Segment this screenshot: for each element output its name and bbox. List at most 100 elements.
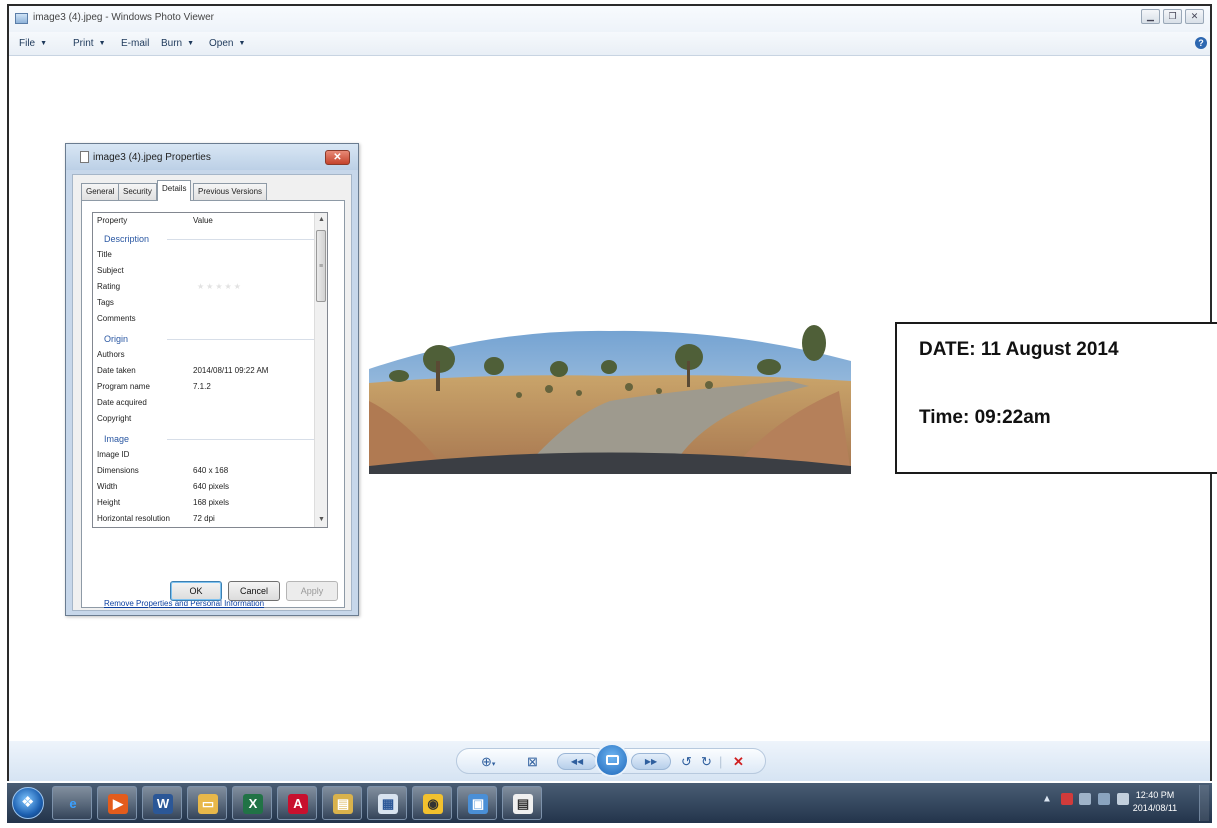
tab-security[interactable]: Security (118, 183, 157, 200)
internet-explorer-icon: e (69, 796, 77, 811)
taskbar-acrobat[interactable]: A (277, 786, 317, 820)
group-image: Image (97, 431, 315, 447)
details-scrollbar[interactable]: ▲ ≡ ▼ (314, 213, 327, 527)
tab-details[interactable]: Details (157, 180, 192, 201)
photo-viewer-icon: ▣ (468, 794, 488, 814)
list-item[interactable]: Program name 7.1.2 (97, 379, 315, 395)
close-icon: ✕ (1190, 11, 1199, 21)
help-icon[interactable]: ? (1195, 37, 1207, 49)
list-item[interactable]: Width 640 pixels (97, 479, 315, 495)
group-origin: Origin (97, 331, 315, 347)
clock-date: 2014/08/11 (1132, 803, 1178, 813)
action-center-icon[interactable] (1079, 793, 1092, 805)
group-image-label: Image (104, 434, 130, 444)
taskbar-word[interactable]: W (142, 786, 182, 820)
rotate-counterclockwise-icon[interactable]: ↺ (681, 754, 692, 770)
list-item[interactable]: Height 168 pixels (97, 495, 315, 511)
column-header-property[interactable]: Property (97, 213, 127, 229)
dialog-body: General Security Details Previous Versio… (72, 174, 352, 611)
tray-app-icon[interactable] (1060, 793, 1073, 805)
photo-viewer-app-icon (15, 13, 28, 24)
tab-previous-versions[interactable]: Previous Versions (193, 183, 268, 200)
taskbar-document[interactable]: ▦ (367, 786, 407, 820)
scroll-up-arrow-icon[interactable]: ▲ (316, 214, 327, 226)
menu-burn[interactable]: Burn ▼ (161, 38, 194, 49)
menu-file[interactable]: File ▼ (19, 38, 47, 49)
menu-print-label: Print (73, 38, 94, 49)
minimize-button[interactable]: ▁ (1141, 9, 1160, 24)
menu-email[interactable]: E-mail (121, 38, 149, 49)
taskbar-media-player[interactable]: ▶ (97, 786, 137, 820)
previous-icon: ◀◀ (570, 757, 584, 766)
taskbar-pdf[interactable]: ▤ (502, 786, 542, 820)
property-value: 168 pixels (193, 498, 230, 507)
column-header-value[interactable]: Value (193, 213, 213, 229)
clock[interactable]: 12:40 PM 2014/08/11 (1127, 789, 1183, 815)
list-item[interactable]: Subject (97, 263, 315, 279)
list-item[interactable]: Date taken 2014/08/11 09:22 AM (97, 363, 315, 379)
start-button[interactable]: ❖ (12, 787, 44, 819)
taskbar: ❖ e ▶ W ▭ X A ▤ ▦ ◉ ▣ ▤ ▲ 12:40 PM 2014/… (7, 783, 1212, 823)
folder-icon: ▭ (198, 794, 218, 814)
actual-size-icon[interactable]: ⊠ (527, 754, 538, 770)
taskbar-photo-viewer[interactable]: ▣ (457, 786, 497, 820)
next-button[interactable]: ▶▶ (631, 753, 671, 770)
rotate-clockwise-icon[interactable]: ↻ (701, 754, 712, 770)
taskbar-app-yellow[interactable]: ◉ (412, 786, 452, 820)
grip-icon: ≡ (319, 263, 324, 270)
taskbar-excel[interactable]: X (232, 786, 272, 820)
taskbar-folder[interactable]: ▭ (187, 786, 227, 820)
control-pill: ⊕▾ ⊠ ◀◀ ▶▶ ↺ ↻ | ✕ (456, 743, 766, 777)
property-name: Tags (97, 298, 114, 307)
menu-print[interactable]: Print ▼ (73, 38, 106, 49)
restore-icon: ❐ (1168, 11, 1177, 21)
cancel-button[interactable]: Cancel (228, 581, 280, 601)
tab-general[interactable]: General (81, 183, 120, 200)
menu-open-label: Open (209, 38, 234, 49)
previous-button[interactable]: ◀◀ (557, 753, 597, 770)
list-item[interactable]: Rating ★★★★★ (97, 279, 315, 295)
network-icon[interactable] (1098, 793, 1111, 805)
scroll-down-arrow-icon[interactable]: ▼ (316, 514, 327, 526)
dropdown-caret-icon: ▼ (238, 40, 246, 47)
window-title: image3 (4).jpeg - Windows Photo Viewer (33, 12, 215, 23)
list-item[interactable]: Copyright (97, 411, 315, 427)
rating-stars-icon[interactable]: ★★★★★ (197, 279, 243, 295)
maximize-button[interactable]: ❐ (1163, 9, 1182, 24)
list-item[interactable]: Tags (97, 295, 315, 311)
next-icon: ▶▶ (644, 757, 658, 766)
excel-icon: X (243, 794, 263, 814)
delete-icon[interactable]: ✕ (733, 754, 744, 770)
show-desktop-button[interactable] (1199, 785, 1209, 821)
group-description-label: Description (104, 234, 150, 244)
media-player-icon: ▶ (108, 794, 128, 814)
menu-open[interactable]: Open ▼ (209, 38, 245, 49)
ok-button[interactable]: OK (170, 581, 222, 601)
group-divider (167, 239, 315, 240)
list-item[interactable]: Comments (97, 311, 315, 327)
details-list[interactable]: Property Value Description Title Subject… (92, 212, 328, 528)
property-name: Date taken (97, 366, 136, 375)
overlay-time: Time: 09:22am (919, 407, 1051, 428)
list-item[interactable]: Date acquired (97, 395, 315, 411)
dialog-close-button[interactable]: ✕ (325, 150, 350, 165)
scroll-thumb[interactable]: ≡ (316, 230, 326, 302)
list-item[interactable]: Title (97, 247, 315, 263)
taskbar-internet-explorer[interactable]: e (52, 786, 92, 820)
list-item[interactable]: Authors (97, 347, 315, 363)
file-explorer-icon: ▤ (333, 794, 353, 814)
show-hidden-icons-icon[interactable]: ▲ (1042, 794, 1052, 805)
dropdown-caret-icon: ▼ (98, 40, 106, 47)
zoom-icon[interactable]: ⊕▾ (481, 754, 495, 773)
file-icon (80, 151, 89, 163)
list-item[interactable]: Image ID (97, 447, 315, 463)
details-tab-panel: Property Value Description Title Subject… (81, 200, 345, 608)
menu-burn-label: Burn (161, 38, 183, 49)
close-button[interactable]: ✕ (1185, 9, 1204, 24)
app-icon: ◉ (423, 794, 443, 814)
property-name: Dimensions (97, 466, 139, 475)
taskbar-explorer[interactable]: ▤ (322, 786, 362, 820)
list-item[interactable]: Dimensions 640 x 168 (97, 463, 315, 479)
list-item[interactable]: Horizontal resolution 72 dpi (97, 511, 315, 527)
slideshow-button[interactable] (595, 743, 629, 777)
